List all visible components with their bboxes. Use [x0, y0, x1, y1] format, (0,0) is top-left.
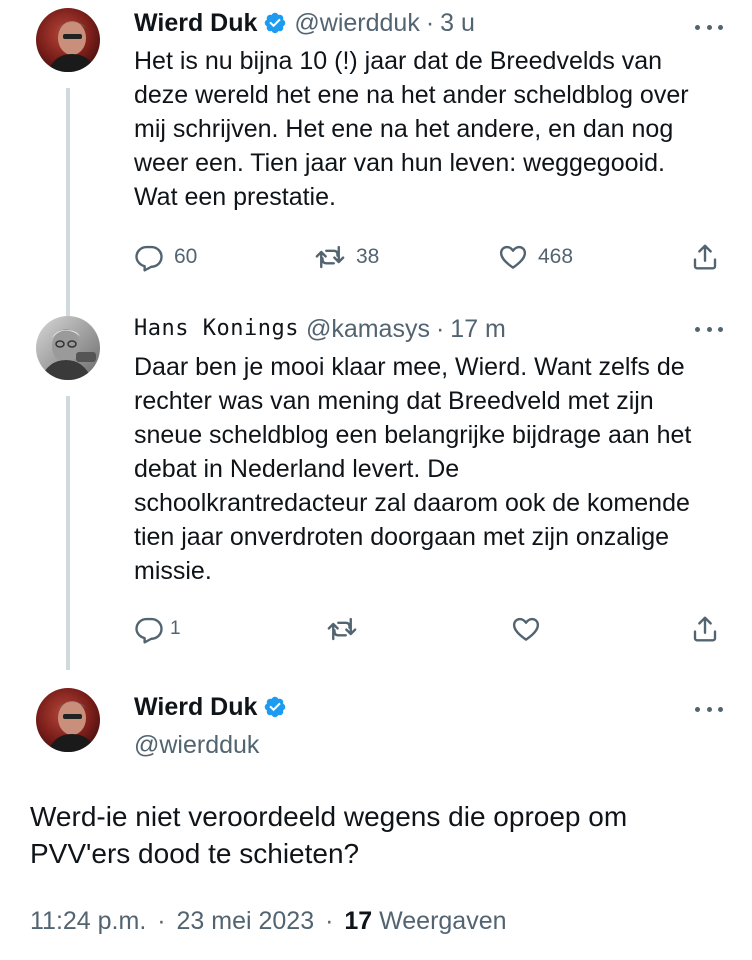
reply-button[interactable]: 1: [134, 614, 181, 644]
repost-count: 38: [356, 245, 380, 268]
more-icon[interactable]: [695, 324, 723, 334]
share-button[interactable]: [690, 614, 720, 644]
tweet-text: Het is nu bijna 10 (!) jaar dat de Breed…: [134, 44, 689, 214]
separator: ·: [157, 907, 166, 935]
like-icon: [512, 617, 540, 641]
reply-icon: [135, 617, 163, 644]
repost-button[interactable]: [326, 614, 358, 644]
tweet-text-line: Wat een prestatie.: [134, 183, 336, 211]
author-name[interactable]: Wierd Duk: [134, 8, 257, 38]
separator: ·: [435, 315, 445, 343]
tweet-text-line: deze wereld het ene na het ander scheldb…: [134, 81, 689, 109]
tweet-text-line: rechter was van mening dat Breedveld met…: [134, 387, 654, 415]
like-button[interactable]: 468: [498, 242, 573, 272]
views-count: 17: [344, 907, 373, 935]
author-handle[interactable]: @wierdduk: [294, 8, 419, 38]
author-handle[interactable]: @wierdduk: [134, 730, 259, 760]
tweet-text-line: missie.: [134, 557, 212, 585]
tweet-text-line: schoolkrantredacteur zal daarom ook de k…: [134, 489, 690, 517]
tweet-header: Hans Konings @kamasys · 17 m: [134, 314, 506, 344]
tweet-text-line: Daar ben je mooi klaar mee, Wierd. Want …: [134, 353, 685, 381]
like-button[interactable]: [511, 614, 541, 644]
tweet-text-line: Werd-ie niet veroordeeld wegens die opro…: [30, 801, 628, 832]
author-name[interactable]: Wierd Duk: [134, 692, 257, 722]
tweet-text-line: sneue scheldblog een belangrijke bijdrag…: [134, 421, 692, 449]
verified-badge-icon: [263, 11, 287, 35]
reply-icon: [135, 245, 163, 272]
author-name[interactable]: Hans Konings: [134, 314, 299, 344]
tweet-text: Werd-ie niet veroordeeld wegens die opro…: [30, 798, 627, 872]
avatar[interactable]: [36, 8, 100, 72]
separator: ·: [425, 9, 435, 37]
tweet-meta: 11:24 p.m. · 23 mei 2023 · 17 Weergaven: [30, 905, 507, 937]
share-button[interactable]: [690, 242, 720, 272]
share-icon: [693, 616, 717, 642]
repost-icon: [315, 245, 345, 269]
post-time[interactable]: 11:24 p.m.: [30, 907, 146, 935]
tweet-text-line: PVV'ers dood te schieten?: [30, 838, 360, 869]
repost-button[interactable]: 38: [314, 242, 379, 272]
repost-icon: [327, 617, 357, 641]
separator: ·: [325, 907, 334, 935]
views-label[interactable]: Weergaven: [379, 907, 506, 935]
reply-button[interactable]: 60: [134, 242, 197, 272]
tweet-text-line: tien jaar onverdroten doorgaan met zijn …: [134, 523, 670, 551]
like-count: 468: [538, 245, 574, 268]
reply-count: 60: [174, 245, 198, 268]
tweet-header: Wierd Duk @wierdduk · 3 u: [134, 8, 475, 38]
thread-line: [66, 396, 70, 670]
post-date[interactable]: 23 mei 2023: [177, 907, 315, 935]
author-handle[interactable]: @kamasys: [306, 314, 430, 344]
more-icon[interactable]: [695, 22, 723, 32]
verified-badge-icon: [263, 695, 287, 719]
avatar[interactable]: [36, 316, 100, 380]
tweet-text-line: weer een. Tien jaar van hun leven: wegge…: [134, 149, 665, 177]
like-icon: [499, 245, 527, 269]
tweet-text-line: Het is nu bijna 10 (!) jaar dat de Breed…: [134, 47, 663, 75]
more-icon[interactable]: [695, 704, 723, 714]
tweet-text: Daar ben je mooi klaar mee, Wierd. Want …: [134, 350, 691, 588]
tweet-header: Wierd Duk: [134, 692, 287, 722]
timestamp[interactable]: 3 u: [440, 8, 475, 38]
thread-line: [66, 88, 70, 316]
timestamp[interactable]: 17 m: [450, 314, 506, 344]
tweet-text-line: mij schrijven. Het ene na het andere, en…: [134, 115, 674, 143]
share-icon: [693, 244, 717, 270]
avatar[interactable]: [36, 688, 100, 752]
reply-count: 1: [170, 618, 181, 639]
tweet-text-line: debat in Nederland levert. De: [134, 455, 460, 483]
